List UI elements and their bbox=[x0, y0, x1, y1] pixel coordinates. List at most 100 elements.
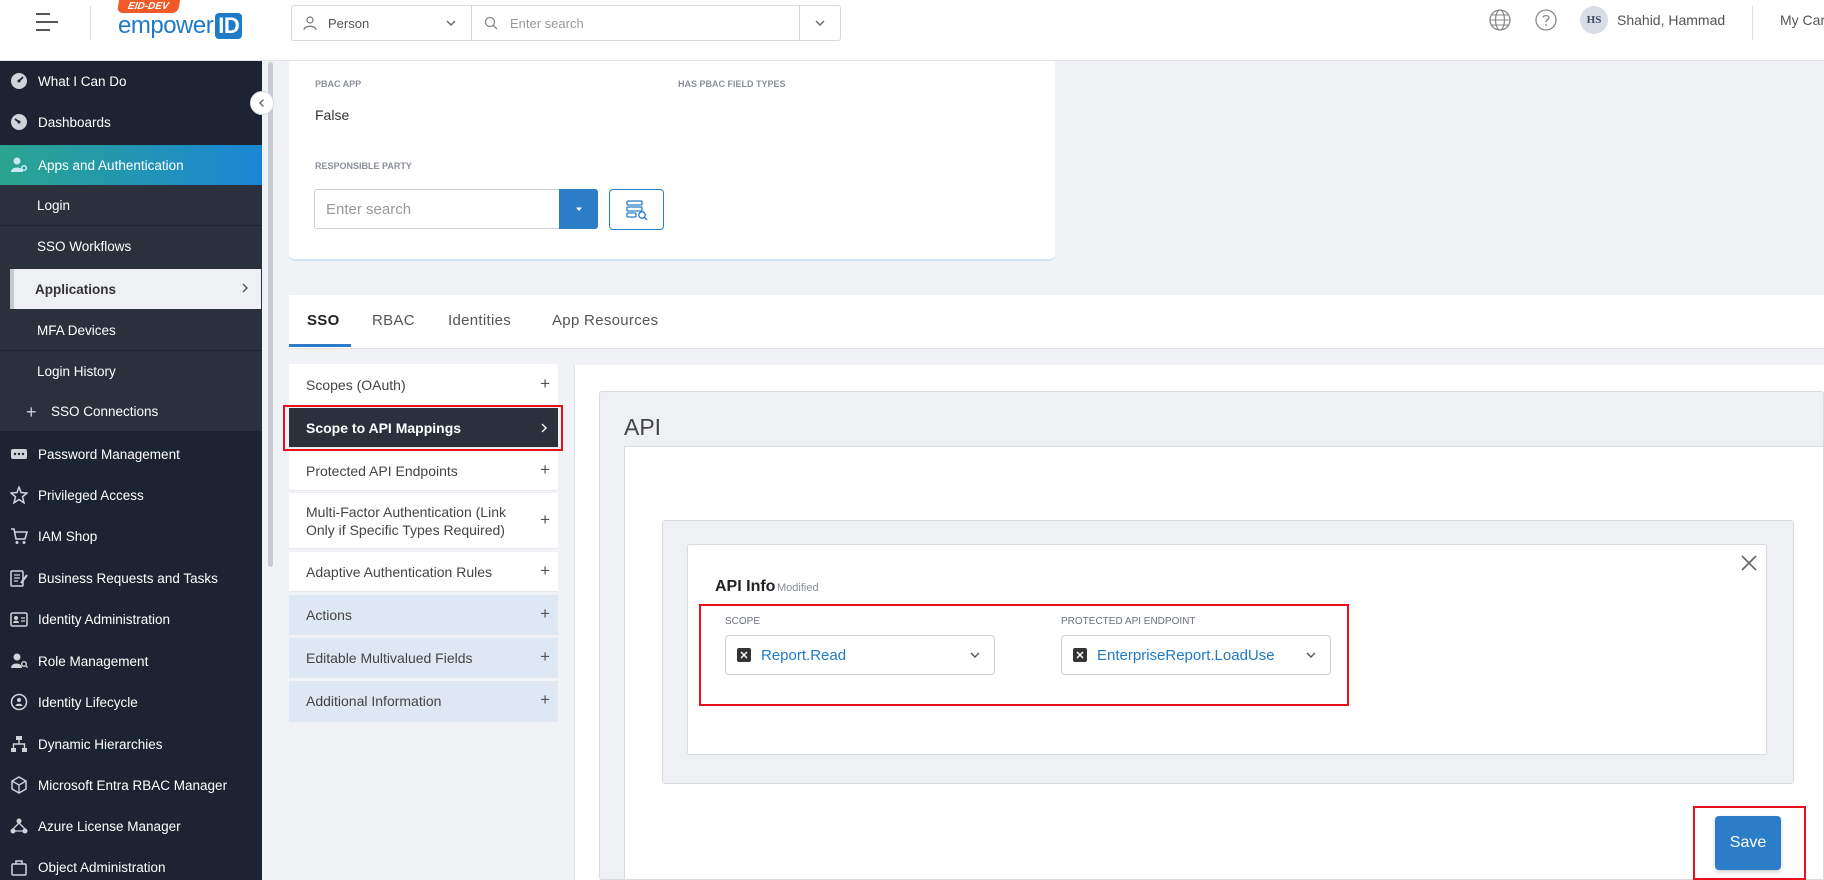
sidebar-item-azure-license-manager[interactable]: Azure License Manager bbox=[0, 806, 262, 846]
sidebar-item-business-requests[interactable]: Business Requests and Tasks bbox=[0, 558, 262, 598]
plus-icon: + bbox=[26, 402, 37, 422]
pbac-app-label: PBAC APP bbox=[315, 79, 362, 89]
sidebar-item-privileged-access[interactable]: Privileged Access bbox=[0, 475, 262, 515]
sidebar-item-object-administration[interactable]: Object Administration bbox=[0, 847, 262, 880]
avatar[interactable]: HS bbox=[1580, 6, 1608, 34]
sidebar-item-label: What I Can Do bbox=[38, 73, 127, 89]
tab-sso[interactable]: SSO bbox=[307, 312, 340, 329]
sidebar-item-identity-administration[interactable]: Identity Administration bbox=[0, 599, 262, 639]
sidebar-subitem-login-history[interactable]: Login History bbox=[0, 351, 262, 391]
sidebar-item-label: Dashboards bbox=[38, 114, 111, 130]
sidebar-collapse-button[interactable] bbox=[250, 91, 274, 115]
panel-item-mfa[interactable]: Multi-Factor Authentication (Link Only i… bbox=[289, 493, 558, 549]
panel-item-additional-information[interactable]: Additional Information + bbox=[289, 681, 558, 722]
save-button[interactable]: Save bbox=[1715, 816, 1781, 870]
endpoint-label: PROTECTED API ENDPOINT bbox=[1061, 616, 1196, 627]
panel-item-label: Actions bbox=[306, 606, 352, 623]
plus-icon: + bbox=[540, 560, 550, 580]
sidebar-item-label: Identity Administration bbox=[38, 611, 171, 627]
panel-item-editable-multivalued-fields[interactable]: Editable Multivalued Fields + bbox=[289, 638, 558, 678]
endpoint-select[interactable]: EnterpriseReport.LoadUse bbox=[1061, 635, 1331, 675]
sidebar-item-what-i-can-do[interactable]: What I Can Do bbox=[0, 61, 262, 101]
panel-item-scope-to-api-mappings[interactable]: Scope to API Mappings bbox=[289, 408, 558, 448]
sidebar-subitem-mfa-devices[interactable]: MFA Devices bbox=[0, 310, 262, 350]
scope-select[interactable]: Report.Read bbox=[725, 635, 995, 675]
panel-item-actions[interactable]: Actions + bbox=[289, 595, 558, 635]
sidebar-item-dynamic-hierarchies[interactable]: Dynamic Hierarchies bbox=[0, 724, 262, 764]
tab-rbac[interactable]: RBAC bbox=[372, 312, 415, 329]
tab-identities[interactable]: Identities bbox=[448, 312, 511, 329]
plus-icon: + bbox=[540, 373, 550, 393]
sidebar-item-label: Dynamic Hierarchies bbox=[38, 736, 163, 752]
password-icon bbox=[11, 449, 27, 459]
plus-icon: + bbox=[540, 459, 550, 479]
hierarchy-icon bbox=[11, 736, 27, 752]
chevron-down-icon bbox=[970, 652, 980, 658]
globe-icon[interactable] bbox=[1488, 8, 1512, 32]
api-section-title: API bbox=[624, 414, 662, 440]
plus-icon: + bbox=[540, 603, 550, 623]
close-icon[interactable] bbox=[1738, 552, 1760, 574]
chevron-left-icon bbox=[259, 99, 264, 107]
logo[interactable]: empower ID bbox=[118, 12, 243, 40]
application-details-card: PBAC APP False HAS PBAC FIELD TYPES RESP… bbox=[289, 61, 1055, 261]
sidebar: What I Can Do Dashboards Apps and Authen… bbox=[0, 61, 262, 880]
tab-app-resources[interactable]: App Resources bbox=[552, 312, 658, 329]
plus-icon: + bbox=[540, 690, 550, 709]
search-type-select[interactable]: Person bbox=[292, 6, 472, 40]
sidebar-item-identity-lifecycle[interactable]: Identity Lifecycle bbox=[0, 682, 262, 722]
sidebar-item-label: Role Management bbox=[38, 653, 149, 669]
sidebar-subitem-label: Login History bbox=[37, 363, 116, 379]
remove-icon[interactable] bbox=[1073, 648, 1087, 662]
panel-item-scopes-oauth[interactable]: Scopes (OAuth) + bbox=[289, 364, 558, 406]
sidebar-item-role-management[interactable]: Role Management bbox=[0, 641, 262, 681]
help-icon[interactable] bbox=[1534, 8, 1558, 32]
sidebar-scrollbar[interactable] bbox=[268, 62, 273, 567]
sidebar-item-apps-and-authentication[interactable]: Apps and Authentication bbox=[0, 145, 262, 185]
user-search-icon bbox=[11, 653, 28, 668]
sidebar-subitem-label: MFA Devices bbox=[37, 322, 116, 338]
sidebar-item-label: Identity Lifecycle bbox=[38, 694, 138, 710]
pbac-app-value: False bbox=[315, 107, 350, 123]
sidebar-subitem-sso-workflows[interactable]: SSO Workflows bbox=[0, 226, 262, 266]
divider bbox=[1752, 6, 1753, 40]
remove-icon[interactable] bbox=[737, 648, 751, 662]
object-icon bbox=[11, 860, 27, 876]
sidebar-subitem-applications[interactable]: Applications bbox=[10, 269, 261, 309]
sidebar-subitem-label: SSO Workflows bbox=[37, 238, 132, 254]
task-edit-icon bbox=[10, 570, 28, 587]
dashboard-icon bbox=[11, 114, 27, 130]
user-name[interactable]: Shahid, Hammad bbox=[1617, 12, 1725, 28]
sidebar-item-password-management[interactable]: Password Management bbox=[0, 434, 262, 474]
my-cart-link[interactable]: My Car bbox=[1780, 12, 1824, 28]
search-dropdown-button[interactable] bbox=[800, 6, 840, 40]
search-type-label: Person bbox=[328, 15, 370, 31]
panel-item-label: Adaptive Authentication Rules bbox=[306, 563, 493, 580]
chevron-right-icon bbox=[242, 283, 248, 293]
responsible-party-dropdown[interactable] bbox=[559, 189, 598, 229]
sidebar-item-entra-rbac-manager[interactable]: Microsoft Entra RBAC Manager bbox=[0, 765, 262, 805]
hamburger-menu-icon[interactable] bbox=[36, 13, 62, 31]
panel-item-protected-api-endpoints[interactable]: Protected API Endpoints + bbox=[289, 451, 558, 491]
responsible-party-input[interactable]: Enter search bbox=[314, 189, 559, 229]
sidebar-subitem-sso-connections[interactable]: + SSO Connections bbox=[0, 391, 262, 431]
panel-item-label: Additional Information bbox=[306, 693, 442, 709]
panel-item-label: Scopes (OAuth) bbox=[306, 376, 406, 393]
search-input[interactable]: Enter search bbox=[472, 6, 800, 40]
panel-item-adaptive-auth-rules[interactable]: Adaptive Authentication Rules + bbox=[289, 552, 558, 592]
responsible-party-label: RESPONSIBLE PARTY bbox=[315, 161, 412, 171]
sidebar-item-iam-shop[interactable]: IAM Shop bbox=[0, 516, 262, 556]
sidebar-item-label: Object Administration bbox=[38, 859, 166, 875]
person-icon bbox=[303, 16, 317, 31]
sidebar-item-label: Privileged Access bbox=[38, 487, 144, 503]
global-search: Person Enter search bbox=[291, 5, 841, 41]
sidebar-subitem-login[interactable]: Login bbox=[0, 185, 262, 225]
sidebar-item-label: Microsoft Entra RBAC Manager bbox=[38, 777, 228, 793]
panel-item-label: Protected API Endpoints bbox=[306, 462, 458, 479]
sidebar-item-dashboards[interactable]: Dashboards bbox=[0, 102, 262, 142]
sidebar-item-label: IAM Shop bbox=[38, 528, 98, 544]
responsible-party-browse-button[interactable] bbox=[609, 189, 664, 230]
scope-value: Report.Read bbox=[761, 646, 847, 664]
sidebar-subitem-label: Login bbox=[37, 197, 71, 213]
chevron-right-icon bbox=[541, 423, 547, 432]
